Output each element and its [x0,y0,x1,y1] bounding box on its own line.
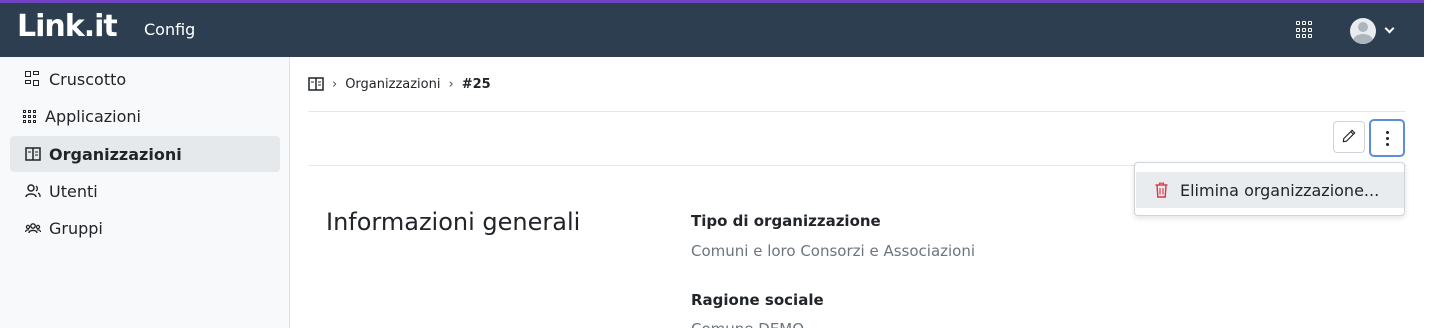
app-logo[interactable]: Link.it [17,9,118,44]
more-actions-button[interactable] [1369,119,1405,157]
kebab-menu-icon [1385,130,1389,146]
menu-item-label: Elimina organizzazione... [1180,180,1380,200]
trash-icon [1155,182,1168,198]
sidebar-item-organizzazioni[interactable]: Organizzazioni [10,136,280,172]
apps-grid-icon[interactable] [1296,21,1314,39]
edit-button[interactable] [1333,121,1365,153]
top-navbar: Link.it Config [0,0,1424,57]
pencil-icon [1342,128,1356,147]
field-label-tipo: Tipo di organizzazione [691,212,881,230]
building-icon [25,146,41,162]
sidebar-item-applicazioni[interactable]: Applicazioni [10,98,280,134]
app-name: Config [144,20,196,39]
breadcrumb-link-organizzazioni[interactable]: Organizzazioni [345,77,440,92]
sidebar: Cruscotto Applicazioni Organizzazioni Ut… [0,57,290,328]
field-label-ragione-sociale: Ragione sociale [691,291,824,309]
breadcrumb-current: #25 [461,76,491,92]
sidebar-item-label: Applicazioni [45,106,141,126]
delete-organization-menu-item[interactable]: Elimina organizzazione... [1136,172,1404,208]
grid-icon [23,109,37,124]
sidebar-item-label: Gruppi [49,218,103,238]
actions-dropdown-menu: Elimina organizzazione... [1134,162,1405,216]
breadcrumb-separator: › [448,76,454,92]
divider [308,111,1406,112]
field-value-tipo: Comuni e loro Consorzi e Associazioni [691,242,976,260]
sidebar-item-label: Organizzazioni [49,144,182,164]
sidebar-item-gruppi[interactable]: Gruppi [10,210,280,246]
field-value-ragione-sociale: Comune DEMO [691,320,804,328]
chevron-down-icon [1384,23,1395,34]
sidebar-item-label: Utenti [49,181,98,201]
sidebar-item-label: Cruscotto [49,69,127,89]
avatar-icon [1350,18,1376,44]
groups-icon [24,220,42,236]
sidebar-item-cruscotto[interactable]: Cruscotto [10,61,280,97]
section-title: Informazioni generali [326,208,581,236]
users-icon [25,183,41,199]
user-menu-button[interactable] [1350,17,1400,45]
breadcrumb: › Organizzazioni › #25 [308,74,491,94]
breadcrumb-separator: › [332,76,338,92]
sidebar-item-utenti[interactable]: Utenti [10,173,280,209]
dashboard-icon [25,71,41,87]
building-icon[interactable] [308,76,324,92]
